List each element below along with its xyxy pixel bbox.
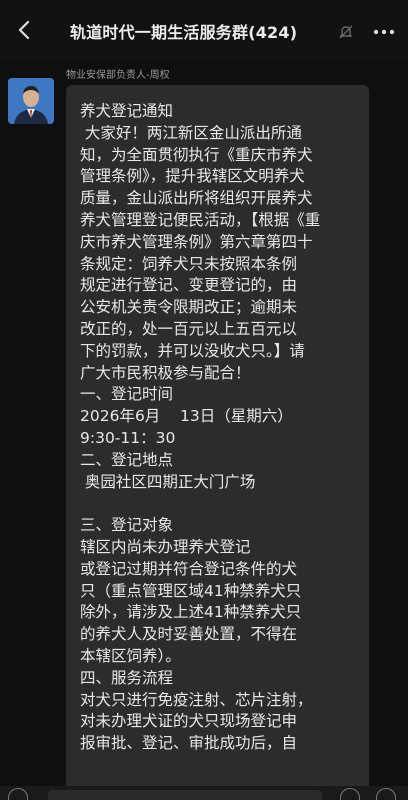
message-input[interactable] (48, 790, 322, 800)
message-line: 2026年6月 13日（星期六） (80, 407, 293, 426)
message-line: 广大市民积极参与配合！ (80, 363, 251, 382)
message-line (80, 493, 359, 515)
message-line: 三、登记对象 (80, 516, 174, 535)
back-button[interactable] (10, 16, 38, 44)
message-line: 除外，请涉及上述41种禁养犬只 (80, 603, 302, 622)
message-line: 9:30-11：30 (80, 428, 176, 447)
more-icon (373, 29, 395, 35)
message-line: 质量，金山派出所将组织开展养犬 (80, 189, 313, 208)
message-line: 公安机关责令限期改正；逾期未 (80, 298, 298, 317)
message-line: 辖区内尚未办理养犬登记 (80, 537, 251, 556)
message-line: 养犬管理登记便民活动，【根据《重 (80, 210, 321, 229)
sender-name: 物业安保部负责人-周权 (66, 70, 170, 81)
message-line: 条规定：饲养犬只未按照本条例 (80, 254, 298, 273)
mute-indicator (338, 24, 354, 40)
message-line: 或登记过期并符合登记条件的犬 (80, 559, 298, 578)
message-line: 一、登记时间 (80, 385, 174, 404)
message-line: 报审批、登记、审批成功后，自 (80, 734, 298, 753)
message-text: 养犬登记通知 大家好！两江新区金山派出所通 知，为全面贯彻执行《重庆市养犬 管理条例… (80, 101, 359, 755)
message-line: 对未办理犬证的犬只现场登记申 (80, 712, 298, 731)
sender-avatar[interactable] (8, 78, 54, 124)
chat-header: 轨道时代一期生活服务群(424) (0, 0, 408, 62)
message-line: 养犬登记通知 (80, 102, 174, 120)
message-line: 管理条例》，提升我辖区文明养犬 (80, 167, 305, 186)
message-line: 知，为全面贯彻执行《重庆市养犬 (80, 145, 313, 164)
message-line: 下的罚款，并可以没收犬只。】请 (80, 341, 305, 360)
chat-title: 轨道时代一期生活服务群(424) (70, 23, 298, 42)
message-line: 只（重点管理区域41种禁养犬只 (80, 581, 302, 600)
message-line: 大家好！两江新区金山派出所通 (80, 123, 302, 142)
message-line: 的养犬人及时妥善处置，不得在 (80, 625, 298, 644)
message-line: 对犬只进行免疫注射、芯片注射， (80, 690, 313, 709)
message-bubble[interactable]: 养犬登记通知 大家好！两江新区金山派出所通 知，为全面贯彻执行《重庆市养犬 管理条例… (66, 85, 369, 800)
message-line: 本辖区饲养）。 (80, 646, 181, 665)
message-line: 四、服务流程 (80, 668, 174, 687)
chevron-left-icon (18, 20, 30, 40)
more-button[interactable] (370, 20, 398, 44)
avatar-portrait (8, 78, 54, 124)
message-line: 规定进行登记、变更登记的，由 (80, 276, 298, 295)
message-line: 改正的，处一百元以上五百元以 (80, 319, 298, 338)
message-line: 庆市养犬管理条例》第六章第四十 (80, 232, 313, 251)
message-line: 二、登记地点 (80, 450, 174, 469)
message-line: 奥园社区四期正大门广场 (80, 472, 256, 491)
bell-off-icon (339, 25, 353, 39)
